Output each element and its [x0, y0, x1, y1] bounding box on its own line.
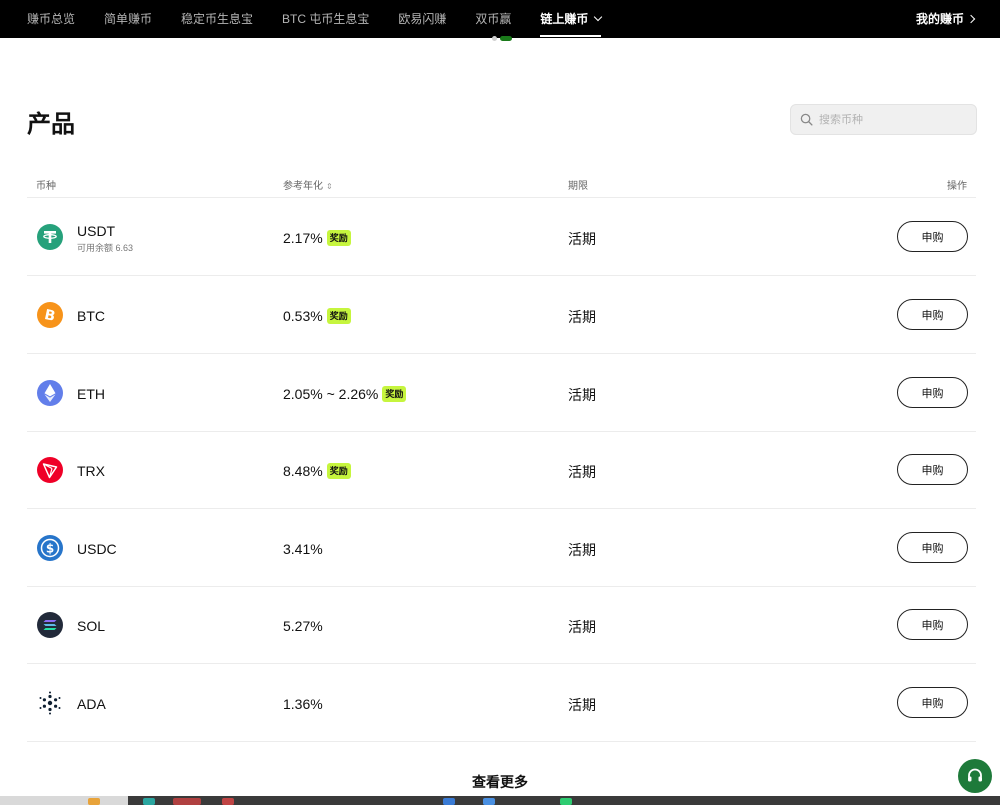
table-row: USDT 可用余额 6.63 2.17% 奖励 活期 申购 — [27, 198, 976, 276]
apy-value: 0.53% 奖励 — [283, 308, 351, 324]
tab-simple-earn[interactable]: 简单赚币 — [104, 0, 152, 38]
table-row: ADA 1.36% 活期 申购 — [27, 664, 976, 742]
coin-name: USDC — [77, 541, 117, 557]
header-apy-label: 参考年化 — [283, 181, 323, 192]
apy-value: 2.05% ~ 2.26% 奖励 — [283, 386, 407, 402]
table-row: TRX 8.48% 奖励 活期 申购 — [27, 431, 976, 509]
table-row: B BTC 0.53% 奖励 活期 申购 — [27, 276, 976, 354]
header-action: 操作 — [947, 181, 967, 192]
apy-value: 1.36% — [283, 696, 323, 712]
apy-text: 5.27% — [283, 618, 323, 634]
carousel-indicator — [492, 36, 512, 41]
search-input[interactable] — [819, 113, 969, 126]
header-coin: 币种 — [36, 181, 56, 192]
tab-flash-earn[interactable]: 欧易闪赚 — [398, 0, 446, 38]
tab-btc-earn[interactable]: BTC 屯币生息宝 — [282, 0, 369, 38]
bonus-badge: 奖励 — [382, 386, 407, 402]
view-more-link[interactable]: 查看更多 — [0, 772, 1000, 792]
term-value: 活期 — [568, 464, 596, 480]
term-value: 活期 — [568, 619, 596, 635]
bonus-badge: 奖励 — [326, 463, 351, 479]
trx-icon — [37, 457, 63, 483]
usdc-icon: $ — [37, 535, 63, 561]
apy-text: 3.41% — [283, 541, 323, 557]
chevron-down-icon — [594, 12, 603, 22]
chevron-right-icon — [966, 14, 976, 24]
support-button[interactable] — [958, 759, 992, 793]
sort-icon[interactable]: ⇕ — [326, 182, 333, 191]
subscribe-button[interactable]: 申购 — [897, 299, 968, 330]
tab-onchain-earn[interactable]: 链上赚币 — [540, 0, 603, 38]
term-value: 活期 — [568, 309, 596, 325]
subscribe-button[interactable]: 申购 — [897, 221, 968, 252]
eth-icon — [37, 380, 63, 406]
coin-name: ETH — [77, 386, 105, 402]
coin-name: USDT — [77, 223, 116, 239]
my-earn-label: 我的赚币 — [915, 12, 964, 26]
apy-value: 8.48% 奖励 — [283, 463, 351, 479]
top-navigation: 赚币总览 简单赚币 稳定币生息宝 BTC 屯币生息宝 欧易闪赚 双币赢 链上赚币… — [0, 0, 1000, 38]
apy-value: 3.41% — [283, 541, 323, 557]
taskbar-app-icon[interactable] — [173, 798, 201, 805]
apy-text: 2.05% ~ 2.26% — [283, 386, 379, 402]
header-apy[interactable]: 参考年化 ⇕ — [283, 177, 333, 192]
subscribe-button[interactable]: 申购 — [897, 377, 968, 408]
taskbar-app-icon[interactable] — [560, 798, 572, 805]
usdt-icon — [37, 224, 63, 250]
coin-name: ADA — [77, 696, 106, 712]
my-earn-link[interactable]: 我的赚币 — [915, 0, 976, 38]
subscribe-button[interactable]: 申购 — [897, 532, 968, 563]
carousel-dot-active[interactable] — [500, 36, 512, 41]
apy-value: 2.17% 奖励 — [283, 230, 351, 246]
table-header: 币种 参考年化 ⇕ 期限 操作 — [27, 172, 976, 198]
taskbar-start-area — [0, 796, 128, 805]
bonus-badge: 奖励 — [326, 308, 351, 324]
apy-text: 2.17% — [283, 230, 323, 246]
apy-value: 5.27% — [283, 618, 323, 634]
taskbar-app-icon[interactable] — [143, 798, 155, 805]
table-row: SOL 5.27% 活期 申购 — [27, 586, 976, 664]
taskbar-app-icon[interactable] — [88, 798, 100, 805]
ada-icon — [37, 690, 63, 716]
bonus-badge: 奖励 — [326, 230, 351, 246]
search-box[interactable] — [790, 104, 977, 135]
tab-dual-investment[interactable]: 双币赢 — [475, 0, 511, 38]
term-value: 活期 — [568, 697, 596, 713]
subscribe-button[interactable]: 申购 — [897, 454, 968, 485]
taskbar-app-icon[interactable] — [443, 798, 455, 805]
taskbar-app-icon[interactable] — [222, 798, 234, 805]
svg-text:$: $ — [46, 542, 54, 556]
table-row: ETH 2.05% ~ 2.26% 奖励 活期 申购 — [27, 354, 976, 432]
sol-icon — [37, 612, 63, 638]
headset-icon — [968, 768, 982, 782]
header-term: 期限 — [568, 181, 588, 192]
term-value: 活期 — [568, 387, 596, 403]
search-icon — [800, 113, 813, 126]
term-value: 活期 — [568, 231, 596, 247]
apy-text: 1.36% — [283, 696, 323, 712]
tab-onchain-earn-label: 链上赚币 — [540, 12, 589, 26]
page-title: 产品 — [27, 111, 75, 138]
coin-name: SOL — [77, 618, 106, 634]
coin-name: TRX — [77, 463, 105, 479]
tab-earn-overview[interactable]: 赚币总览 — [27, 0, 75, 38]
apy-text: 8.48% — [283, 463, 323, 479]
coin-name: BTC — [77, 308, 105, 324]
carousel-dot[interactable] — [492, 36, 497, 41]
table-row: $ USDC 3.41% 活期 申购 — [27, 509, 976, 587]
os-taskbar — [0, 796, 1000, 805]
tab-stablecoin-earn[interactable]: 稳定币生息宝 — [181, 0, 253, 38]
term-value: 活期 — [568, 542, 596, 558]
btc-icon: B — [37, 302, 63, 328]
subscribe-button[interactable]: 申购 — [897, 609, 968, 640]
taskbar-app-icon[interactable] — [483, 798, 495, 805]
subscribe-button[interactable]: 申购 — [897, 687, 968, 718]
available-balance: 可用余额 6.63 — [77, 243, 134, 253]
apy-text: 0.53% — [283, 308, 323, 324]
